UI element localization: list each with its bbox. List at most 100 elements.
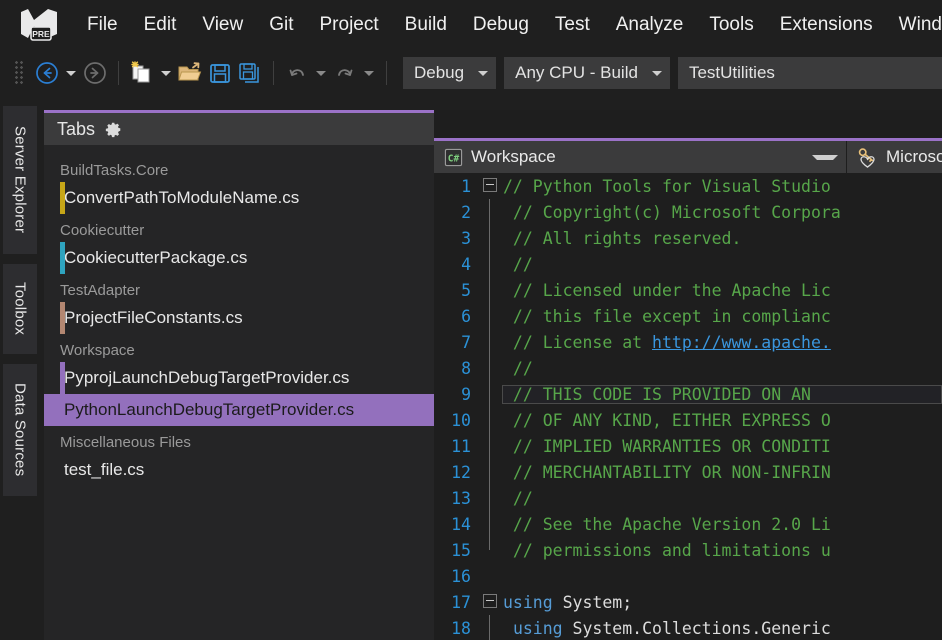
save-all-icon[interactable]	[235, 58, 265, 88]
outlining-vertical-line	[489, 615, 490, 640]
outlining-vertical-line	[489, 537, 490, 550]
tab-list-item-label: ConvertPathToModuleName.cs	[64, 188, 299, 208]
code-line[interactable]: 10 // OF ANY KIND, EITHER EXPRESS O	[434, 407, 942, 433]
code-token: // Licensed under the Apache Lic	[503, 281, 831, 300]
code-line[interactable]: 14 // See the Apache Version 2.0 Li	[434, 511, 942, 537]
code-line[interactable]: 6 // this file except in complianc	[434, 303, 942, 329]
menu-item-analyze[interactable]: Analyze	[603, 0, 697, 50]
menu-bar: PRE FileEditViewGitProjectBuildDebugTest…	[0, 0, 942, 50]
code-line[interactable]: 4 //	[434, 251, 942, 277]
document-tab-microso[interactable]: Microso	[847, 141, 942, 173]
menu-item-project[interactable]: Project	[307, 0, 392, 50]
gear-icon[interactable]	[105, 121, 122, 138]
left-vertical-dock: Server Explorer Toolbox Data Sources	[0, 96, 40, 640]
tabs-list: BuildTasks.CoreConvertPathToModuleName.c…	[44, 145, 434, 640]
tab-list-item[interactable]: CookiecutterPackage.cs	[44, 242, 434, 274]
tab-list-item[interactable]: ProjectFileConstants.cs	[44, 302, 434, 334]
vertical-tab-label: Data Sources	[12, 383, 29, 476]
startup-project-field[interactable]: TestUtilities	[678, 57, 942, 89]
code-token: // See the Apache Version 2.0 Li	[503, 515, 831, 534]
tab-list-item[interactable]: PythonLaunchDebugTargetProvider.cs	[44, 394, 434, 426]
save-icon[interactable]	[205, 58, 235, 88]
tab-list-item-label: CookiecutterPackage.cs	[64, 248, 247, 268]
new-file-dropdown[interactable]	[157, 58, 175, 88]
chevron-down-icon[interactable]	[812, 155, 838, 160]
navigate-back-icon[interactable]	[32, 58, 62, 88]
code-line[interactable]: 5 // Licensed under the Apache Lic	[434, 277, 942, 303]
code-line[interactable]: 7 // License at http://www.apache.	[434, 329, 942, 355]
menu-item-debug[interactable]: Debug	[460, 0, 542, 50]
code-text: //	[502, 359, 942, 378]
code-line[interactable]: 2 // Copyright(c) Microsoft Corpora	[434, 199, 942, 225]
menu-item-build[interactable]: Build	[392, 0, 460, 50]
menu-item-file[interactable]: File	[74, 0, 131, 50]
outlining-glyph	[480, 303, 502, 329]
new-file-icon[interactable]	[127, 58, 157, 88]
outlining-vertical-line	[489, 225, 490, 251]
redo-icon[interactable]	[330, 58, 360, 88]
undo-icon[interactable]	[282, 58, 312, 88]
solution-configuration-combo[interactable]: Debug	[403, 57, 496, 89]
vertical-tab-label: Server Explorer	[12, 126, 29, 233]
outlining-vertical-line	[489, 407, 490, 433]
code-line[interactable]: 17using System;	[434, 589, 942, 615]
outlining-glyph[interactable]	[480, 589, 502, 615]
tab-list-item[interactable]: ConvertPathToModuleName.cs	[44, 182, 434, 214]
vertical-tab-data-sources[interactable]: Data Sources	[3, 364, 37, 496]
line-number: 6	[434, 307, 480, 326]
code-line[interactable]: 1// Python Tools for Visual Studio	[434, 173, 942, 199]
line-number: 16	[434, 567, 480, 586]
menu-item-edit[interactable]: Edit	[131, 0, 190, 50]
line-number: 12	[434, 463, 480, 482]
tab-list-item[interactable]: test_file.cs	[44, 454, 434, 486]
menu-item-window[interactable]: Window	[886, 0, 942, 50]
code-line[interactable]: 11 // IMPLIED WARRANTIES OR CONDITI	[434, 433, 942, 459]
tabs-tool-window: Tabs BuildTasks.CoreConvertPathToModuleN…	[44, 110, 434, 640]
collapse-icon[interactable]	[483, 594, 497, 608]
outlining-vertical-line	[489, 277, 490, 303]
code-line[interactable]: 15 // permissions and limitations u	[434, 537, 942, 563]
code-editor[interactable]: 1// Python Tools for Visual Studio2 // C…	[434, 173, 942, 640]
code-line[interactable]: 9 // THIS CODE IS PROVIDED ON AN	[434, 381, 942, 407]
outlining-glyph	[480, 485, 502, 511]
menu-item-git[interactable]: Git	[256, 0, 306, 50]
code-text: using System;	[502, 593, 942, 612]
open-folder-icon[interactable]	[175, 58, 205, 88]
vertical-tab-server-explorer[interactable]: Server Explorer	[3, 106, 37, 254]
document-tab-label: Microso	[886, 147, 942, 167]
code-line[interactable]: 18 using System.Collections.Generic	[434, 615, 942, 640]
code-token[interactable]: http://www.apache.	[652, 333, 831, 352]
tab-group-label: Workspace	[44, 334, 434, 362]
undo-dropdown[interactable]	[312, 58, 330, 88]
outlining-glyph	[480, 251, 502, 277]
menu-item-test[interactable]: Test	[542, 0, 603, 50]
code-line[interactable]: 13 //	[434, 485, 942, 511]
collapse-icon[interactable]	[483, 178, 497, 192]
menu-item-extensions[interactable]: Extensions	[767, 0, 886, 50]
outlining-glyph	[480, 563, 502, 589]
menu-item-view[interactable]: View	[189, 0, 256, 50]
navigate-forward-icon[interactable]	[80, 58, 110, 88]
toolbar-separator-2	[273, 61, 274, 85]
outlining-vertical-line	[489, 381, 490, 407]
vertical-tab-toolbox[interactable]: Toolbox	[3, 264, 37, 354]
code-line[interactable]: 12 // MERCHANTABILITY OR NON-INFRIN	[434, 459, 942, 485]
menu-item-tools[interactable]: Tools	[696, 0, 766, 50]
code-line[interactable]: 8 //	[434, 355, 942, 381]
code-line[interactable]: 3 // All rights reserved.	[434, 225, 942, 251]
line-number: 13	[434, 489, 480, 508]
code-token: //	[503, 359, 533, 378]
tab-list-item[interactable]: PyprojLaunchDebugTargetProvider.cs	[44, 362, 434, 394]
navigate-back-dropdown[interactable]	[62, 58, 80, 88]
csharp-file-icon: C#	[444, 148, 463, 167]
chevron-down-icon	[478, 71, 488, 76]
document-tab-workspace[interactable]: C#Workspace	[434, 141, 846, 173]
solution-platform-combo[interactable]: Any CPU - Build	[504, 57, 670, 89]
outlining-glyph[interactable]	[480, 173, 502, 199]
standard-toolbar: Debug Any CPU - Build TestUtilities	[0, 50, 942, 96]
toolbar-grip-handle[interactable]	[14, 60, 24, 86]
tab-group-color-bar	[60, 362, 65, 394]
redo-dropdown[interactable]	[360, 58, 378, 88]
code-line[interactable]: 16	[434, 563, 942, 589]
code-text: // License at http://www.apache.	[502, 333, 942, 352]
